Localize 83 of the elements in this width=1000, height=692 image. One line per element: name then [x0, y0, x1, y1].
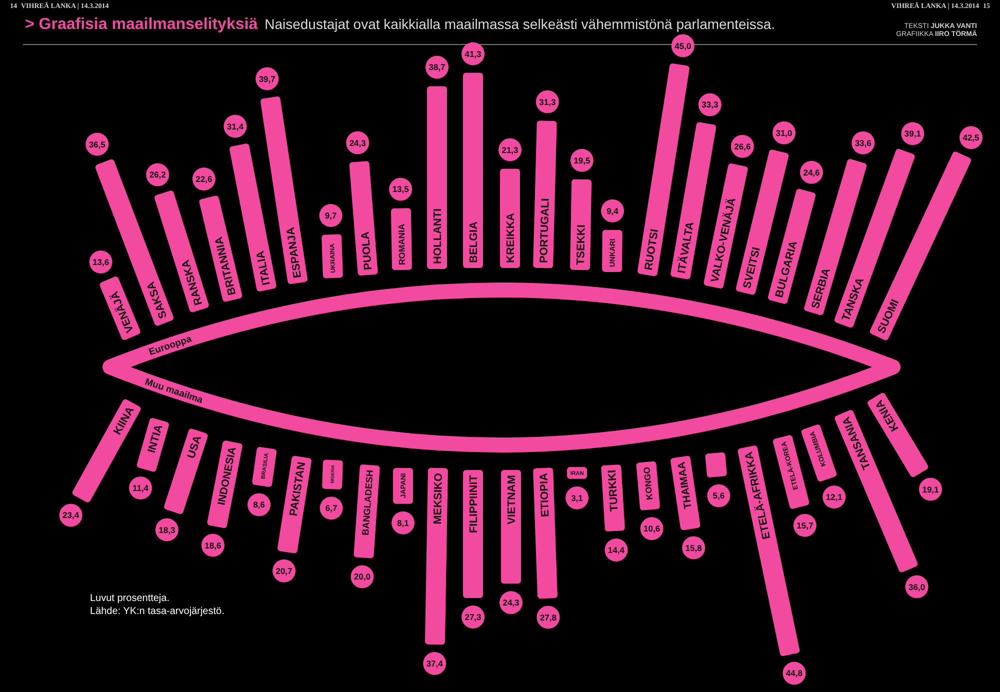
- value-badge: 11,4: [129, 476, 152, 500]
- bar: [636, 461, 660, 511]
- footnote: Lähde: YK:n tasa-arvojärjestö.: [90, 605, 224, 618]
- bar-label: ROMANIA: [396, 224, 408, 266]
- bar-label: BANGLADESH: [360, 470, 375, 536]
- bar-label: USA: [185, 434, 204, 460]
- subtitle: Naisedustajat ovat kaikkialla maailmassa selkeästi vähemmistönä parlamenteissa.: [264, 16, 776, 32]
- value-badge: 33,6: [852, 131, 875, 154]
- value-badge: 9,4: [601, 199, 624, 222]
- bar-label: KONGO: [642, 466, 654, 500]
- value-badge: 9,7: [319, 204, 342, 227]
- bar-label: PAKISTAN: [288, 461, 308, 517]
- bar-label: FILIPPIINIT: [468, 475, 480, 534]
- bar-label: KREIKKA: [504, 212, 517, 263]
- value-badge: 13,5: [389, 178, 412, 201]
- value-badge: 24,3: [346, 131, 370, 154]
- value-badge: 31,3: [536, 90, 559, 114]
- value-badge: 5,6: [707, 484, 730, 508]
- bar-label: ETIOPIA: [538, 472, 552, 518]
- bar: [567, 467, 587, 479]
- bar-label: PORTUGALI: [538, 198, 552, 264]
- value-badge: 26,6: [730, 134, 754, 158]
- value-badge: 24,6: [800, 160, 823, 184]
- value-badge: 27,8: [536, 606, 560, 629]
- value-badge: 18,3: [155, 518, 178, 542]
- bar-label: TURKKI: [606, 470, 621, 512]
- value-badge: 3,1: [566, 486, 588, 510]
- bar-label: SERBIA: [810, 266, 833, 310]
- value-badge: 8,6: [248, 493, 270, 516]
- value-badge: 24,3: [500, 591, 522, 614]
- bar-label: MEKSIKO: [432, 472, 445, 524]
- value-badge: 19,1: [919, 478, 942, 501]
- bar-label: BELGIA: [468, 221, 480, 263]
- bar-label: SVEITSI: [741, 246, 763, 290]
- bar-label: VIETNAM: [506, 475, 518, 524]
- value-badge: 37,4: [423, 652, 446, 675]
- bar: [393, 468, 413, 504]
- value-badge: 26,2: [146, 163, 170, 186]
- bar: [601, 464, 626, 532]
- value-badge: 19,5: [570, 148, 594, 172]
- bar-label: INTIA: [146, 423, 166, 454]
- value-badge: 6,7: [320, 496, 343, 520]
- value-badge: 22,6: [192, 168, 216, 190]
- value-badge: 27,3: [462, 606, 484, 628]
- bar: [390, 208, 412, 270]
- value-badge: 20,0: [350, 565, 374, 588]
- bar: [322, 460, 343, 490]
- bar-label: ITÄVALTA: [676, 221, 697, 274]
- value-badge: 10,6: [640, 517, 664, 540]
- bar-label: ESPANJA: [284, 226, 304, 279]
- value-badge: 20,7: [272, 559, 296, 582]
- value-badge: 45,0: [671, 34, 694, 58]
- value-badge: 18,6: [201, 534, 224, 557]
- bar-label: RUOTSI: [642, 228, 662, 272]
- value-badge: 41,3: [462, 42, 484, 66]
- value-badge: 31,4: [224, 114, 247, 138]
- value-badge: 21,3: [498, 138, 522, 162]
- value-badge: 8,1: [392, 511, 414, 534]
- value-badge: 39,7: [256, 67, 279, 90]
- value-badge: 42,5: [960, 126, 982, 150]
- value-badge: 44,8: [782, 662, 806, 685]
- bar-label: ITALIA: [254, 250, 273, 286]
- value-badge: 33,3: [698, 93, 722, 116]
- value-badge: 31,0: [772, 121, 796, 144]
- footnote: Luvut prosentteja.: [90, 592, 170, 605]
- bar: [321, 234, 343, 278]
- value-badge: 15,7: [793, 514, 816, 537]
- value-badge: 14,4: [604, 538, 628, 562]
- value-badge: 15,8: [682, 536, 706, 560]
- bar: [705, 452, 728, 478]
- bar-label: PUOLA: [360, 231, 375, 270]
- bar-label: THAIMAA: [676, 460, 694, 510]
- value-badge: 36,5: [86, 132, 109, 156]
- title: > Graafisia maailmanselityksiä: [25, 17, 258, 33]
- bar-label: HOLLANTI: [432, 208, 444, 264]
- bar: [602, 230, 622, 272]
- value-badge: 36,0: [905, 575, 928, 598]
- value-badge: 12,1: [822, 486, 846, 508]
- value-badge: 23,4: [59, 504, 82, 527]
- value-badge: 13,6: [89, 250, 112, 274]
- value-badge: 39,1: [901, 122, 924, 146]
- bar-label: TSEKKI: [575, 224, 588, 266]
- value-badge: 38,7: [426, 56, 448, 79]
